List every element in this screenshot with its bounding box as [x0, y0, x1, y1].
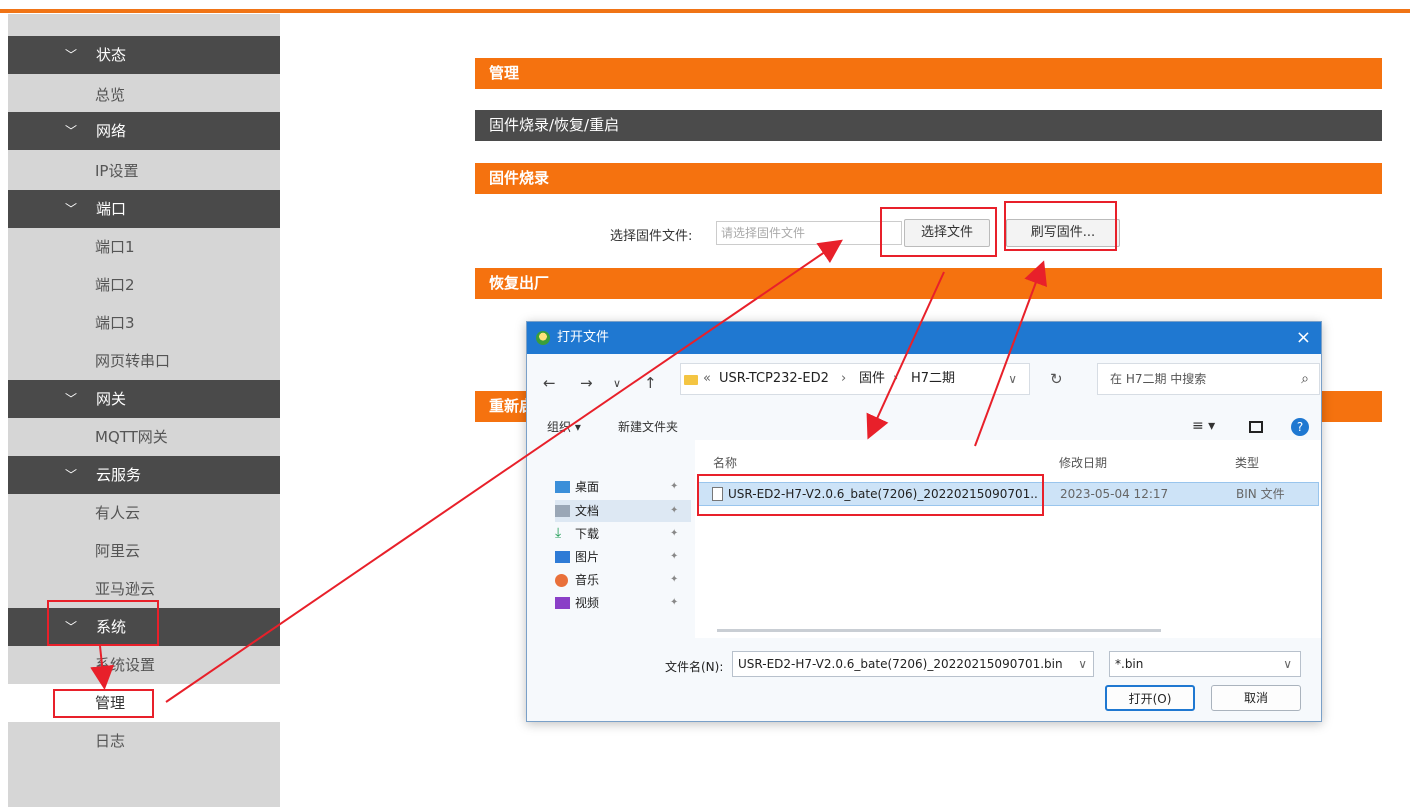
help-icon[interactable]: ?: [1291, 418, 1309, 436]
pin-icon: ✦: [670, 481, 679, 492]
refresh-icon[interactable]: ↻: [1050, 370, 1063, 388]
breadcrumb-usr-tcp232[interactable]: USR-TCP232-ED2: [719, 364, 829, 394]
pin-icon: ✦: [670, 528, 679, 539]
folder-icon: [684, 375, 698, 385]
section-restore: 恢复出厂: [475, 268, 1382, 299]
section-firmware: 固件烧录: [475, 163, 1382, 194]
breadcrumb-firmware[interactable]: 固件: [859, 364, 885, 394]
breadcrumb-h7[interactable]: H7二期: [911, 364, 955, 394]
sidebar-item-port2[interactable]: 端口2: [8, 266, 280, 304]
breadcrumb-overflow[interactable]: «: [703, 364, 711, 394]
pin-icon: ✦: [670, 597, 679, 608]
preview-pane-icon[interactable]: [1249, 421, 1263, 433]
filename-value: USR-ED2-H7-V2.0.6_bate(7206)_20220215090…: [738, 657, 1063, 671]
back-arrow-icon[interactable]: ←: [543, 374, 556, 392]
dialog-toolbar: 组织 ▾ 新建文件夹 ≡ ▾ ?: [527, 418, 1321, 442]
sidebar-section-network[interactable]: ﹀ 网络: [8, 112, 280, 150]
filetype-value: *.bin: [1115, 657, 1144, 671]
column-name[interactable]: 名称: [713, 454, 737, 471]
music-icon: [555, 574, 568, 587]
document-icon: [555, 505, 570, 517]
sidebar-section-port[interactable]: ﹀ 端口: [8, 190, 280, 228]
chevron-down-icon: ∨: [1283, 657, 1292, 671]
annotation-box-system: [47, 600, 159, 646]
chevron-down-icon: ﹀: [65, 202, 78, 216]
column-date[interactable]: 修改日期: [1059, 454, 1107, 471]
chevron-down-icon: ﹀: [65, 124, 78, 138]
new-folder-button[interactable]: 新建文件夹: [618, 418, 678, 435]
filename-label: 文件名(N):: [665, 660, 724, 674]
sidebar-section-gateway[interactable]: ﹀ 网关: [8, 380, 280, 418]
sidebar-item-usr-cloud[interactable]: 有人云: [8, 494, 280, 532]
up-arrow-icon[interactable]: ↑: [644, 374, 657, 392]
recent-dropdown-icon[interactable]: ∨: [613, 377, 621, 390]
sidebar-section-status[interactable]: ﹀ 状态: [8, 36, 280, 74]
chevron-down-icon[interactable]: ∨: [1008, 364, 1017, 394]
search-input[interactable]: 在 H7二期 中搜索 ⌕: [1097, 363, 1320, 395]
column-type[interactable]: 类型: [1235, 454, 1259, 471]
top-accent-line: [0, 9, 1410, 13]
close-icon[interactable]: ×: [1296, 322, 1311, 354]
file-date: 2023-05-04 12:17: [1060, 487, 1169, 501]
annotation-box-choose-file: [880, 207, 997, 257]
sidebar-item-web-serial[interactable]: 网页转串口: [8, 342, 280, 380]
pin-icon: ✦: [670, 574, 679, 585]
sidebar-item-port3[interactable]: 端口3: [8, 304, 280, 342]
sidebar-item-aliyun[interactable]: 阿里云: [8, 532, 280, 570]
breadcrumb-separator: ›: [893, 371, 899, 386]
header-subtitle: 固件烧录/恢复/重启: [475, 110, 1382, 141]
firmware-file-input[interactable]: 请选择固件文件: [716, 221, 902, 245]
organize-button[interactable]: 组织 ▾: [547, 418, 581, 435]
dialog-titlebar: 打开文件 ×: [527, 322, 1321, 354]
pictures-icon: [555, 551, 570, 563]
annotation-box-file: [697, 474, 1044, 516]
horizontal-scrollbar[interactable]: [717, 629, 1161, 632]
annotation-box-flash: [1004, 201, 1117, 251]
chevron-down-icon[interactable]: ∨: [1078, 652, 1087, 676]
sidebar-item-overview[interactable]: 总览: [8, 76, 280, 114]
sidebar-item-mqtt[interactable]: MQTT网关: [8, 418, 280, 456]
file-type: BIN 文件: [1236, 487, 1285, 501]
header-manage: 管理: [475, 58, 1382, 89]
view-menu-icon[interactable]: ≡ ▾: [1192, 418, 1215, 434]
open-file-dialog: 打开文件 × ← → ∨ ↑ « USR-TCP232-ED2 › 固件 › H…: [526, 321, 1322, 722]
filetype-select[interactable]: *.bin ∨: [1109, 651, 1301, 677]
pin-icon: ✦: [670, 551, 679, 562]
navigation-pane: 桌面 ✦ 文档 ✦ ⤓ 下载 ✦ 图片 ✦ 音乐 ✦ 视频 ✦: [537, 460, 692, 640]
cancel-button[interactable]: 取消: [1211, 685, 1301, 711]
video-icon: [555, 597, 570, 609]
app-logo-icon: [536, 331, 550, 345]
sidebar-item-log[interactable]: 日志: [8, 722, 280, 760]
firmware-label: 选择固件文件:: [610, 229, 693, 244]
desktop-icon: [555, 481, 570, 493]
dialog-title: 打开文件: [557, 330, 610, 345]
chevron-down-icon: ﹀: [65, 392, 78, 406]
breadcrumb-separator: ›: [841, 371, 847, 386]
search-icon: ⌕: [1301, 371, 1309, 387]
open-button[interactable]: 打开(O): [1105, 685, 1195, 711]
sidebar-section-cloud[interactable]: ﹀ 云服务: [8, 456, 280, 494]
chevron-down-icon: ﹀: [65, 48, 78, 62]
address-bar[interactable]: « USR-TCP232-ED2 › 固件 › H7二期 ∨: [680, 363, 1030, 395]
nav-item-documents[interactable]: 文档 ✦: [555, 500, 691, 522]
sidebar-item-ip[interactable]: IP设置: [8, 152, 280, 190]
filename-input[interactable]: USR-ED2-H7-V2.0.6_bate(7206)_20220215090…: [732, 651, 1094, 677]
chevron-down-icon: ﹀: [65, 468, 78, 482]
pin-icon: ✦: [670, 505, 679, 516]
download-icon: ⤓: [555, 525, 562, 541]
sidebar-item-system-settings[interactable]: 系统设置: [8, 646, 280, 684]
search-placeholder: 在 H7二期 中搜索: [1110, 372, 1207, 386]
forward-arrow-icon[interactable]: →: [580, 374, 593, 392]
annotation-box-manage: [53, 689, 154, 718]
sidebar-item-port1[interactable]: 端口1: [8, 228, 280, 266]
file-list: 名称 修改日期 类型 USR-ED2-H7-V2.0.6_bate(7206)_…: [695, 440, 1321, 638]
